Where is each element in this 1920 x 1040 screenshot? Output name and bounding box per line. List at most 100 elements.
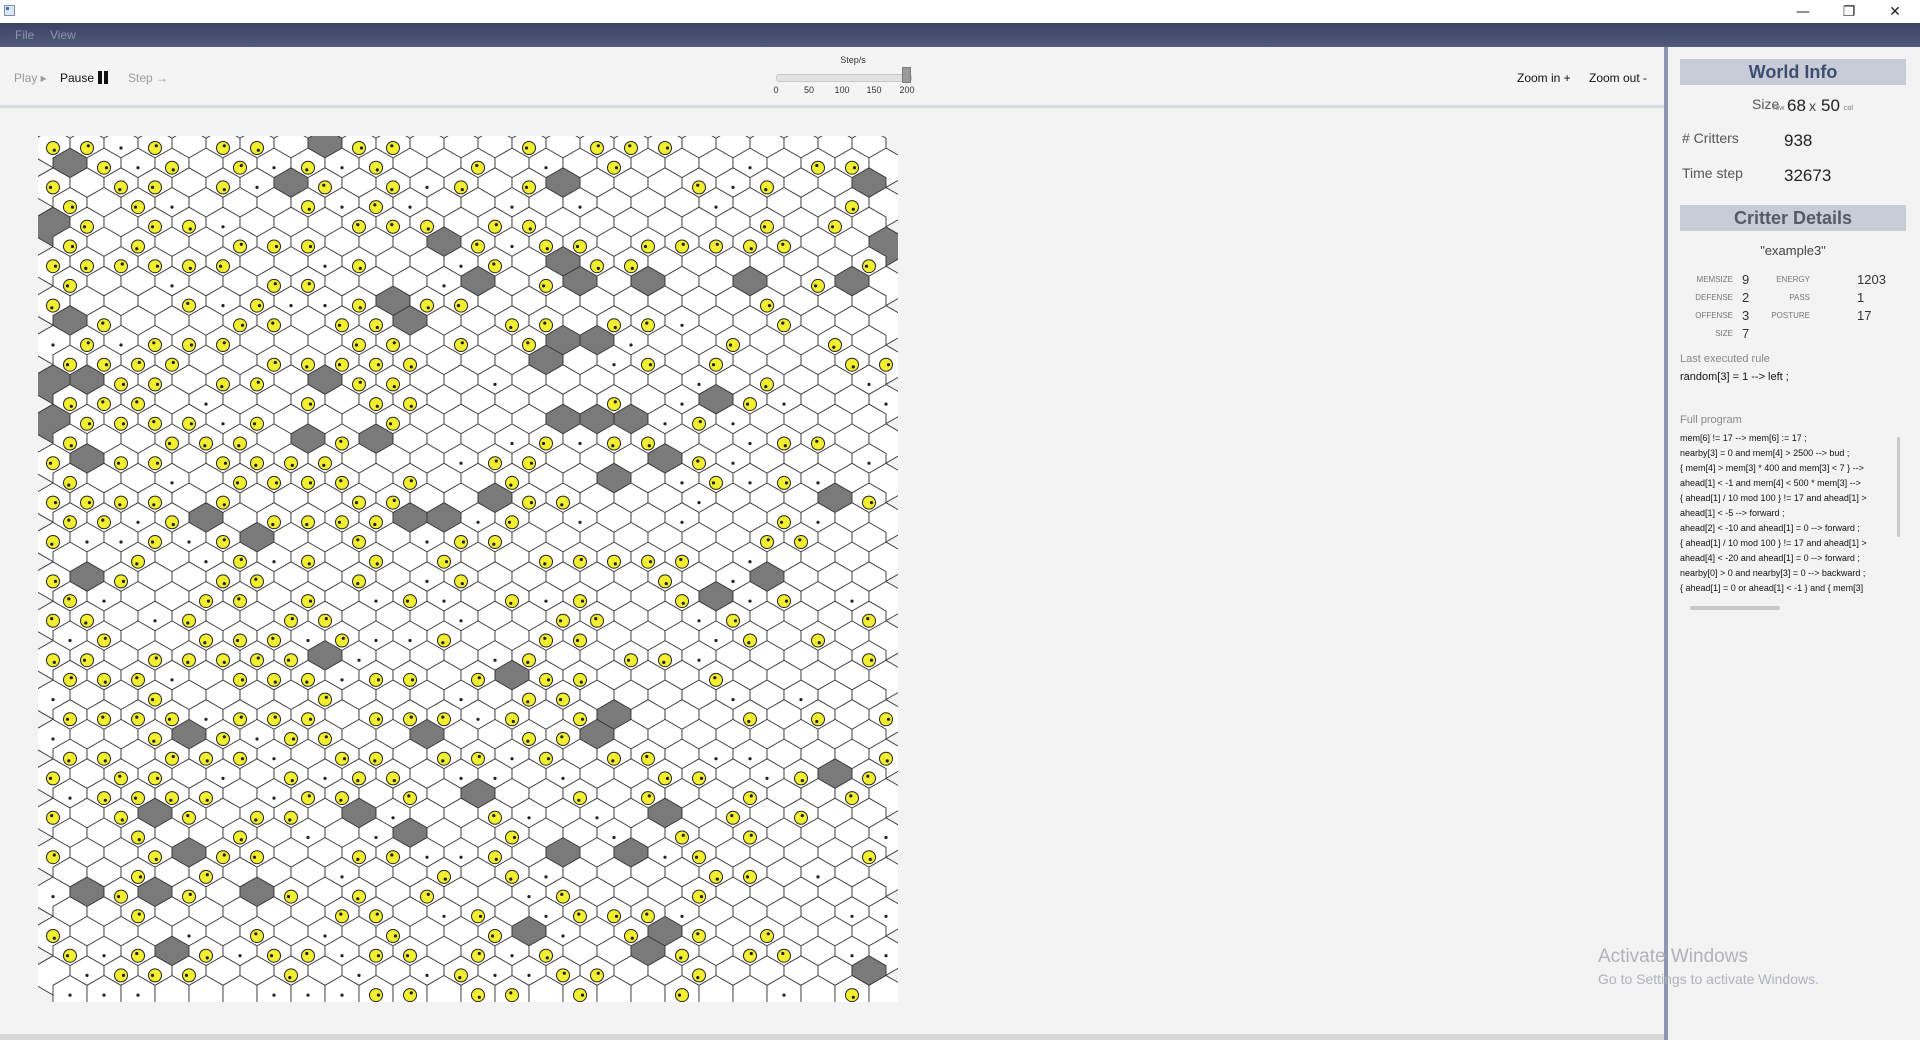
critter-icon[interactable] — [148, 219, 162, 234]
critter-icon[interactable] — [352, 259, 366, 274]
critter-icon[interactable] — [284, 771, 298, 786]
critter-icon[interactable] — [862, 771, 876, 786]
critter-icon[interactable] — [573, 712, 587, 727]
critter-icon[interactable] — [488, 456, 502, 471]
critter-icon[interactable] — [709, 239, 723, 254]
critter-icon[interactable] — [267, 633, 281, 648]
critter-icon[interactable] — [131, 239, 145, 254]
critter-icon[interactable] — [573, 791, 587, 806]
critter-icon[interactable] — [539, 318, 553, 333]
critter-icon[interactable] — [743, 869, 757, 884]
critter-icon[interactable] — [165, 751, 179, 766]
critter-icon[interactable] — [386, 850, 400, 865]
critter-icon[interactable] — [709, 672, 723, 687]
critter-icon[interactable] — [522, 692, 536, 707]
critter-icon[interactable] — [522, 456, 536, 471]
critter-icon[interactable] — [352, 889, 366, 904]
critter-icon[interactable] — [539, 751, 553, 766]
critter-icon[interactable] — [777, 594, 791, 609]
critter-icon[interactable] — [148, 495, 162, 510]
critter-icon[interactable] — [46, 535, 60, 549]
critter-icon[interactable] — [63, 475, 77, 490]
critter-icon[interactable] — [114, 771, 128, 786]
critter-icon[interactable] — [46, 771, 60, 786]
critter-icon[interactable] — [539, 278, 553, 293]
critter-icon[interactable] — [641, 239, 655, 254]
critter-icon[interactable] — [352, 535, 366, 549]
critter-icon[interactable] — [369, 554, 383, 569]
critter-icon[interactable] — [794, 535, 808, 549]
critter-icon[interactable] — [199, 869, 213, 884]
critter-icon[interactable] — [420, 298, 434, 313]
critter-icon[interactable] — [46, 613, 60, 628]
critter-icon[interactable] — [777, 475, 791, 490]
critter-icon[interactable] — [641, 318, 655, 333]
critter-icon[interactable] — [386, 377, 400, 392]
critter-icon[interactable] — [63, 594, 77, 609]
critter-icon[interactable] — [63, 397, 77, 412]
critter-icon[interactable] — [233, 594, 247, 609]
critter-icon[interactable] — [692, 968, 706, 983]
critter-icon[interactable] — [216, 850, 230, 865]
critter-icon[interactable] — [624, 929, 638, 943]
critter-icon[interactable] — [556, 613, 570, 628]
critter-icon[interactable] — [641, 791, 655, 806]
critter-icon[interactable] — [607, 436, 621, 451]
critter-icon[interactable] — [539, 436, 553, 451]
critter-icon[interactable] — [828, 338, 842, 352]
critter-icon[interactable] — [743, 239, 757, 254]
critter-icon[interactable] — [97, 712, 111, 727]
critter-icon[interactable] — [165, 160, 179, 175]
critter-icon[interactable] — [301, 672, 315, 687]
critter-icon[interactable] — [692, 850, 706, 865]
hex-world-grid[interactable] — [38, 136, 898, 1002]
critter-icon[interactable] — [250, 377, 264, 392]
critter-icon[interactable] — [369, 712, 383, 727]
critter-icon[interactable] — [131, 909, 145, 924]
critter-icon[interactable] — [437, 869, 451, 884]
critter-icon[interactable] — [46, 653, 60, 668]
critter-icon[interactable] — [267, 239, 281, 254]
critter-icon[interactable] — [454, 968, 468, 983]
critter-icon[interactable] — [403, 397, 417, 412]
critter-icon[interactable] — [692, 180, 706, 195]
critter-icon[interactable] — [114, 416, 128, 431]
critter-icon[interactable] — [454, 180, 468, 195]
critter-icon[interactable] — [607, 397, 621, 412]
critter-icon[interactable] — [556, 889, 570, 904]
critter-icon[interactable] — [590, 141, 604, 155]
critter-icon[interactable] — [522, 495, 536, 510]
critter-icon[interactable] — [862, 850, 876, 865]
critter-icon[interactable] — [777, 239, 791, 254]
critter-icon[interactable] — [726, 613, 740, 628]
critter-icon[interactable] — [250, 574, 264, 589]
critter-icon[interactable] — [233, 554, 247, 569]
critter-icon[interactable] — [505, 594, 519, 609]
critter-icon[interactable] — [335, 791, 349, 806]
critter-icon[interactable] — [335, 436, 349, 451]
critter-icon[interactable] — [216, 180, 230, 195]
critter-icon[interactable] — [114, 968, 128, 983]
critter-icon[interactable] — [641, 909, 655, 924]
critter-icon[interactable] — [624, 141, 638, 155]
critter-icon[interactable] — [114, 377, 128, 392]
critter-icon[interactable] — [301, 278, 315, 293]
critter-icon[interactable] — [709, 475, 723, 490]
critter-icon[interactable] — [556, 732, 570, 746]
critter-icon[interactable] — [879, 712, 893, 727]
critter-icon[interactable] — [97, 633, 111, 648]
critter-icon[interactable] — [250, 416, 264, 431]
critter-icon[interactable] — [845, 357, 859, 372]
critter-icon[interactable] — [454, 574, 468, 589]
speed-slider-thumb[interactable] — [902, 67, 911, 83]
critter-icon[interactable] — [97, 357, 111, 372]
critter-icon[interactable] — [743, 633, 757, 648]
critter-icon[interactable] — [131, 712, 145, 727]
critter-icon[interactable] — [539, 948, 553, 963]
critter-icon[interactable] — [522, 732, 536, 746]
critter-icon[interactable] — [505, 515, 519, 530]
critter-icon[interactable] — [386, 180, 400, 195]
critter-icon[interactable] — [760, 180, 774, 195]
critter-icon[interactable] — [233, 633, 247, 648]
critter-icon[interactable] — [165, 357, 179, 372]
